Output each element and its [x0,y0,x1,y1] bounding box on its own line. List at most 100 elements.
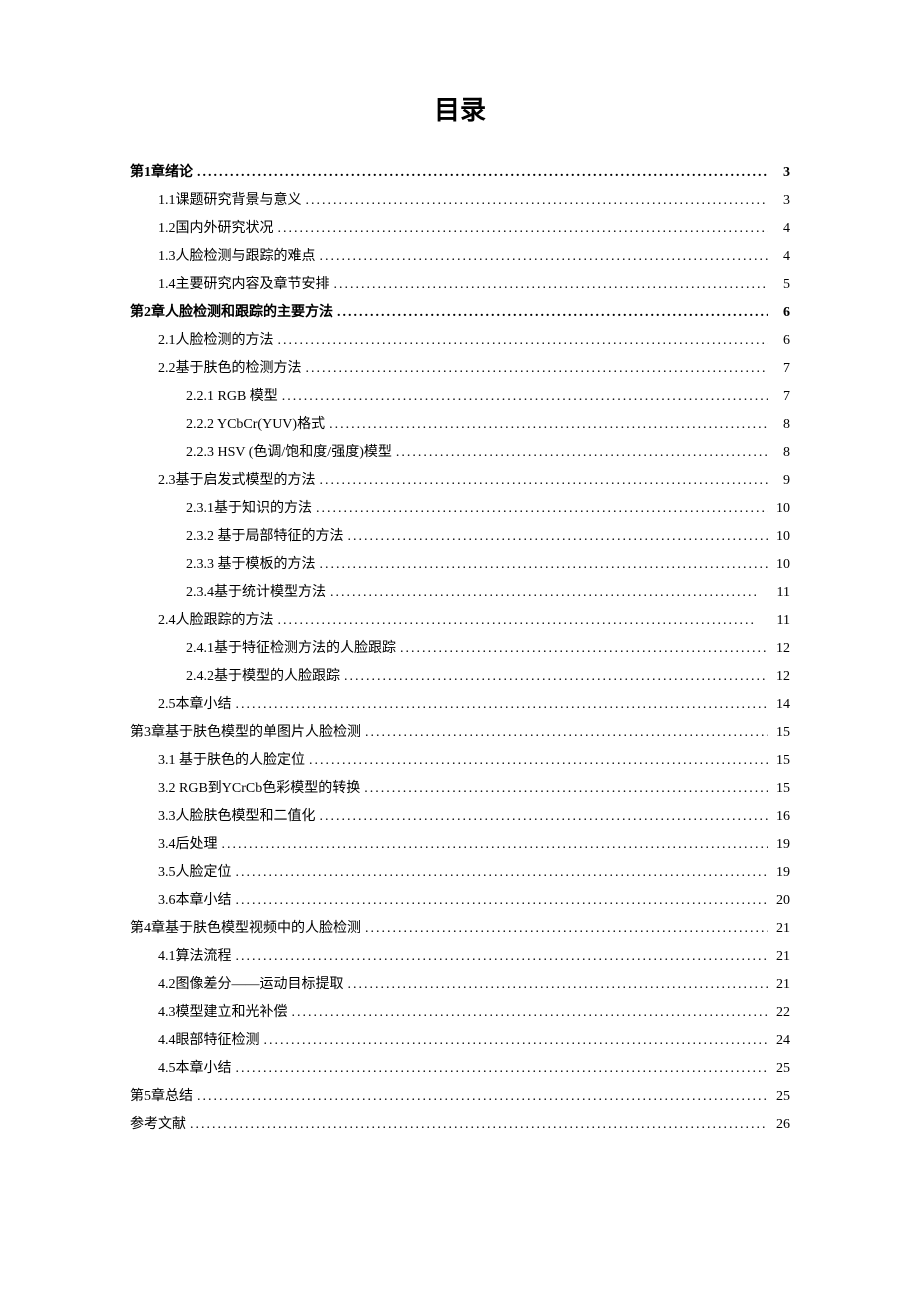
toc-entry: 4.5本章小结 25 [158,1055,790,1083]
toc-entry-label: 2.3.4基于统计模型方法 [186,579,326,607]
toc-entry-label: 1.1课题研究背景与意义 [158,187,302,215]
toc-entry-label: 4.1算法流程 [158,943,232,971]
toc-entry: 第2章人脸检测和跟踪的主要方法6 [130,299,790,327]
toc-entry-label: 第2章人脸检测和跟踪的主要方法 [130,299,333,327]
toc-leader-dots [222,831,769,859]
toc-entry: 1.2国内外研究状况4 [158,215,790,243]
toc-entry: 2.3.2 基于局部特征的方法 10 [186,523,790,551]
toc-entry: 2.3基于启发式模型的方法 9 [158,467,790,495]
toc-entry: 3.3人脸肤色模型和二值化 16 [158,803,790,831]
toc-entry: 1.3人脸检测与跟踪的难点4 [158,243,790,271]
toc-leader-dots [309,747,768,775]
toc-entry: 参考文献26 [130,1111,790,1139]
toc-entry-label: 1.3人脸检测与跟踪的难点 [158,243,316,271]
toc-entry: 2.2.2 YCbCr(YUV)格式 8 [186,411,790,439]
toc-leader-dots [278,327,769,355]
toc-leader-dots [292,999,769,1027]
toc-leader-dots [236,887,769,915]
toc-leader-dots [348,971,769,999]
toc-entry-label: 1.4主要研究内容及章节安排 [158,271,330,299]
toc-entry-page: 19 [772,859,790,887]
toc-entry-label: 3.5人脸定位 [158,859,232,887]
toc-leader-dots [330,579,756,607]
toc-entry-label: 2.1人脸检测的方法 [158,327,274,355]
toc-leader-dots [329,411,768,439]
toc-entry: 2.3.4基于统计模型方法11 [186,579,790,607]
toc-entry: 3.5人脸定位 19 [158,859,790,887]
toc-leader-dots [278,215,769,243]
toc-entry-label: 3.3人脸肤色模型和二值化 [158,803,316,831]
toc-entry: 3.4后处理 19 [158,831,790,859]
toc-entry-page: 6 [772,327,790,355]
toc-entry: 第1章绪论3 [130,159,790,187]
toc-entry-label: 第1章绪论 [130,159,193,187]
toc-entry-page: 9 [772,467,790,495]
toc-entry-label: 4.5本章小结 [158,1055,232,1083]
toc-entry-page: 8 [772,411,790,439]
toc-leader-dots [320,243,769,271]
toc-entry: 3.1 基于肤色的人脸定位15 [158,747,790,775]
toc-entry-page: 5 [772,271,790,299]
toc-leader-dots [278,607,757,635]
toc-entry-page: 22 [772,999,790,1027]
toc-leader-dots [197,159,768,187]
toc-entry-page: 21 [772,915,790,943]
toc-entry: 2.4.2基于模型的人脸跟踪12 [186,663,790,691]
toc-entry-page: 21 [772,943,790,971]
toc-entry-label: 2.3.2 基于局部特征的方法 [186,523,344,551]
toc-entry-page: 12 [772,635,790,663]
toc-leader-dots [396,439,768,467]
toc-leader-dots [344,663,768,691]
toc-title: 目录 [130,90,790,127]
toc-entry-page: 20 [772,887,790,915]
toc-entry-label: 2.4.2基于模型的人脸跟踪 [186,663,340,691]
toc-leader-dots [348,523,769,551]
toc-entry: 4.2图像差分——运动目标提取 21 [158,971,790,999]
toc-leader-dots [365,915,768,943]
toc-entry-page: 24 [772,1027,790,1055]
toc-entry: 2.4.1基于特征检测方法的人脸跟踪12 [186,635,790,663]
toc-entry-label: 2.2.1 RGB 模型 [186,383,278,411]
toc-entry: 1.1课题研究背景与意义3 [158,187,790,215]
toc-leader-dots [364,775,768,803]
toc-entry-page: 10 [772,523,790,551]
toc-leader-dots [337,299,768,327]
toc-entry-label: 2.2.2 YCbCr(YUV)格式 [186,411,325,439]
toc-leader-dots [236,691,769,719]
toc-leader-dots [236,1055,769,1083]
toc-entry: 第3章基于肤色模型的单图片人脸检测15 [130,719,790,747]
toc-entry: 2.5本章小结 14 [158,691,790,719]
toc-entry-label: 2.3基于启发式模型的方法 [158,467,316,495]
toc-entry-label: 2.2基于肤色的检测方法 [158,355,302,383]
toc-entry: 3.6本章小结20 [158,887,790,915]
toc-entry-label: 4.4眼部特征检测 [158,1027,260,1055]
toc-leader-dots [316,495,768,523]
toc-entry-label: 2.4人脸跟踪的方法 [158,607,274,635]
toc-entry-page: 25 [772,1083,790,1111]
toc-leader-dots [334,271,769,299]
toc-entry-page: 11 [760,607,790,635]
toc-entry-page: 25 [772,1055,790,1083]
toc-entry-label: 2.5本章小结 [158,691,232,719]
toc-entry-page: 14 [772,691,790,719]
toc-entry-label: 4.2图像差分——运动目标提取 [158,971,344,999]
toc-leader-dots [190,1111,768,1139]
toc-entry-page: 21 [772,971,790,999]
toc-leader-dots [365,719,768,747]
toc-entry-label: 3.4后处理 [158,831,218,859]
toc-entry-page: 15 [772,719,790,747]
toc-entry-page: 4 [772,215,790,243]
toc-entry-page: 10 [772,551,790,579]
toc-entry-label: 第4章基于肤色模型视频中的人脸检测 [130,915,361,943]
toc-leader-dots [197,1083,768,1111]
toc-entry-page: 8 [772,439,790,467]
toc-entry-page: 10 [772,495,790,523]
toc-entry-label: 3.1 基于肤色的人脸定位 [158,747,305,775]
toc-entry-page: 16 [772,803,790,831]
toc-entry: 2.1人脸检测的方法 6 [158,327,790,355]
toc-entry: 第4章基于肤色模型视频中的人脸检测 21 [130,915,790,943]
toc-entry-page: 7 [772,383,790,411]
toc-entry: 2.3.3 基于模板的方法10 [186,551,790,579]
toc-leader-dots [400,635,768,663]
toc-entry-page: 19 [772,831,790,859]
